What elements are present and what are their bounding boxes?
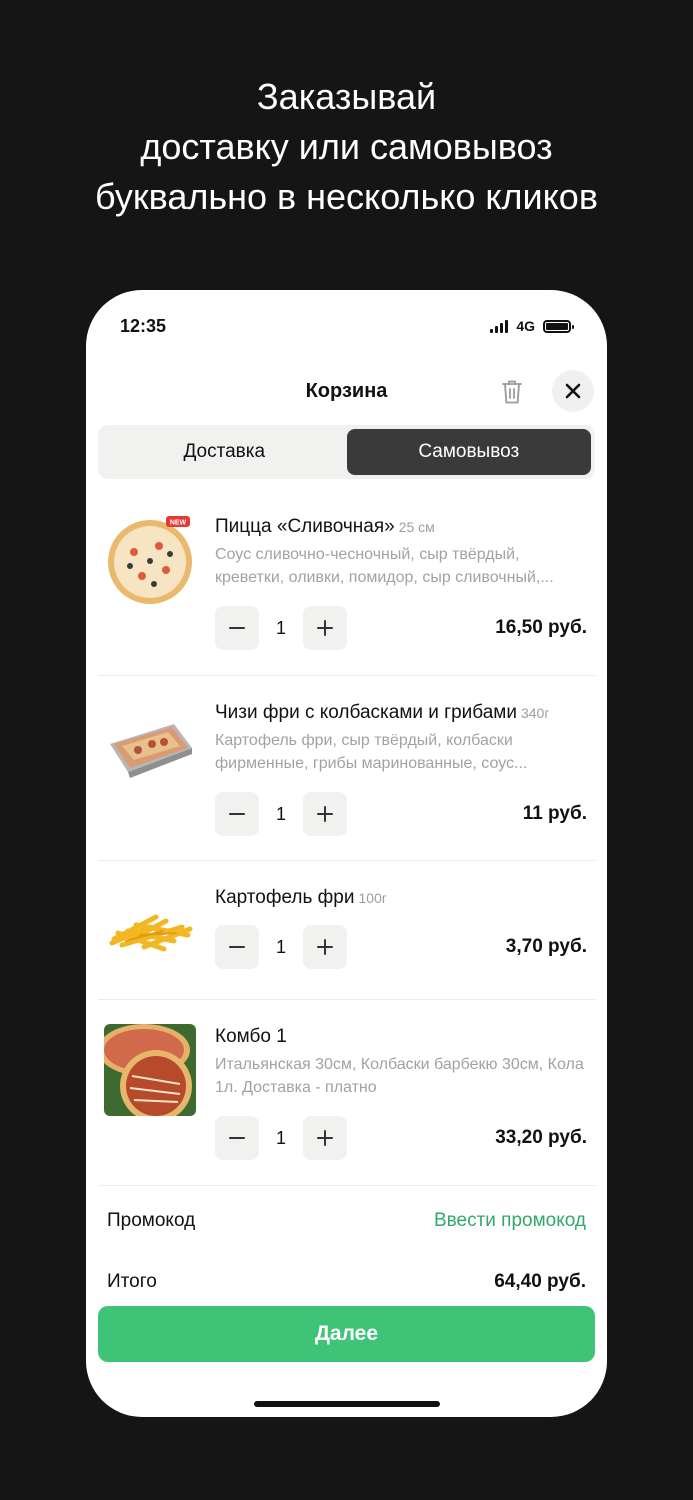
item-price: 3,70 руб.	[505, 936, 587, 957]
cheesy-fries-image	[110, 724, 192, 778]
cart-header: Корзина	[86, 370, 607, 414]
signal-icon	[490, 319, 509, 333]
item-price: 33,20 руб.	[495, 1127, 587, 1148]
total-label: Итого	[107, 1271, 157, 1292]
decrease-button[interactable]	[215, 925, 259, 969]
plus-icon	[317, 620, 333, 636]
decrease-button[interactable]	[215, 1116, 259, 1160]
item-description: Итальянская 30см, Колбаски барбекю 30см,…	[215, 1056, 584, 1096]
total-value: 64,40 руб.	[494, 1271, 586, 1292]
minus-icon	[229, 1137, 245, 1139]
pizza-image: NEW	[108, 516, 192, 604]
promo-headline: Заказывай доставку или самовывоз букваль…	[0, 72, 693, 222]
total-row: Итого 64,40 руб.	[107, 1271, 586, 1293]
decrease-button[interactable]	[215, 792, 259, 836]
cart-item: Чизи фри с колбасками и грибами 340г Карт…	[98, 676, 595, 861]
increase-button[interactable]	[303, 1116, 347, 1160]
plus-icon	[317, 806, 333, 822]
increase-button[interactable]	[303, 606, 347, 650]
status-bar: 12:35 4G	[120, 314, 574, 338]
item-weight: 340г	[520, 705, 550, 721]
cart-item: Комбо 1 Итальянская 30см, Колбаски барбе…	[98, 1000, 595, 1186]
item-price: 16,50 руб.	[495, 617, 587, 638]
close-button[interactable]	[552, 370, 594, 412]
promo-line-1: Заказывай	[256, 76, 437, 117]
fries-image	[109, 914, 193, 952]
increase-button[interactable]	[303, 792, 347, 836]
promo-code-label: Промокод	[107, 1210, 196, 1231]
new-badge: NEW	[170, 520, 187, 527]
plus-icon	[317, 939, 333, 955]
item-description: Картофель фри, сыр твёрдый, колбаски фир…	[215, 732, 528, 772]
battery-icon	[543, 319, 574, 333]
quantity-value: 1	[275, 803, 286, 824]
quantity-value: 1	[275, 617, 286, 638]
item-name: Пицца «Сливочная» 25 см	[215, 516, 435, 537]
quantity-stepper: 1 16,50 руб.	[215, 606, 587, 650]
promo-line-3: буквально в несколько кликов	[95, 176, 598, 217]
item-price: 11 руб.	[522, 803, 587, 824]
network-label: 4G	[516, 318, 535, 334]
item-name: Чизи фри с колбасками и грибами 340г	[215, 702, 550, 723]
combo-image	[104, 1024, 196, 1116]
promo-code-row: Промокод Ввести промокод	[107, 1210, 586, 1232]
status-time: 12:35	[120, 315, 167, 336]
increase-button[interactable]	[303, 925, 347, 969]
home-indicator[interactable]	[254, 1401, 440, 1407]
item-name: Картофель фри 100г	[215, 887, 387, 908]
item-description: Соус сливочно-чесночный, сыр твёрдый, кр…	[215, 546, 554, 586]
tab-delivery[interactable]: Доставка	[102, 429, 347, 475]
item-weight: 100г	[358, 890, 387, 906]
minus-icon	[229, 627, 245, 629]
phone-screen: 12:35 4G Корзина Доставка Самовывоз NEW …	[86, 290, 607, 1417]
status-indicators: 4G	[490, 318, 574, 334]
trash-icon[interactable]	[498, 378, 526, 406]
promo-line-2: доставку или самовывоз	[140, 126, 553, 167]
quantity-value: 1	[275, 936, 286, 957]
minus-icon	[229, 946, 245, 948]
cart-item: NEW Пицца «Сливочная» 25 см Соус сливочно…	[98, 490, 595, 676]
quantity-stepper: 1 3,70 руб.	[215, 925, 587, 969]
delivery-mode-switch: Доставка Самовывоз	[98, 425, 595, 479]
item-name: Комбо 1	[215, 1026, 287, 1047]
decrease-button[interactable]	[215, 606, 259, 650]
quantity-value: 1	[275, 1127, 286, 1148]
plus-icon	[317, 1130, 333, 1146]
item-weight: 25 см	[398, 519, 435, 535]
close-icon	[565, 383, 581, 399]
enter-promo-link[interactable]: Ввести промокод	[434, 1210, 586, 1232]
quantity-stepper: 1 11 руб.	[215, 792, 587, 836]
cart-item: Картофель фри 100г 1 3,70 руб.	[98, 861, 595, 1000]
next-button[interactable]: Далее	[98, 1306, 595, 1362]
quantity-stepper: 1 33,20 руб.	[215, 1116, 587, 1160]
tab-pickup[interactable]: Самовывоз	[346, 429, 591, 475]
minus-icon	[229, 813, 245, 815]
page-title: Корзина	[305, 380, 388, 402]
